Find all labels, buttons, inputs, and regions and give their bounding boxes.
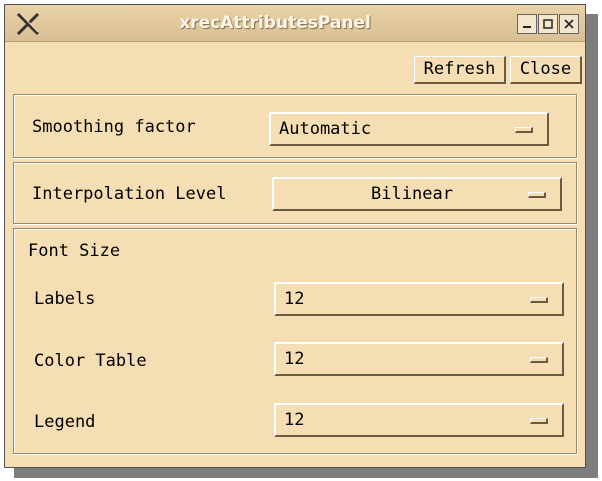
close-icon (564, 19, 574, 29)
minimize-button[interactable] (517, 14, 537, 34)
refresh-button[interactable]: Refresh (414, 56, 506, 84)
maximize-icon (543, 19, 553, 29)
maximize-button[interactable] (538, 14, 558, 34)
color-table-font-size-value: 12 (284, 349, 305, 369)
interpolation-level-menu[interactable]: Bilinear (272, 177, 562, 211)
interpolation-level-value: Bilinear (371, 184, 453, 204)
minimize-icon (523, 26, 531, 28)
window-title: xrecAttributesPanel (179, 13, 371, 33)
smoothing-factor-menu[interactable]: Automatic (269, 112, 549, 146)
labels-font-size-menu[interactable]: 12 (274, 282, 564, 316)
interpolation-level-label: Interpolation Level (32, 184, 227, 204)
interpolation-group: Interpolation Level Bilinear (13, 162, 577, 224)
x-logo-icon[interactable] (15, 11, 41, 37)
option-menu-indicator-icon (530, 418, 548, 424)
legend-font-size-label: Legend (34, 412, 96, 432)
close-button[interactable]: Close (510, 56, 582, 84)
title-bar[interactable]: xrecAttributesPanel (5, 5, 585, 42)
smoothing-factor-value: Automatic (279, 119, 372, 139)
smoothing-group: Smoothing factor Automatic (13, 94, 577, 158)
color-table-font-size-menu[interactable]: 12 (274, 342, 564, 376)
font-size-group: Font Size Labels 12 Color Table 12 Legen… (13, 228, 577, 454)
labels-font-size-label: Labels (34, 289, 96, 309)
toolbar: Refresh Close (5, 42, 585, 86)
legend-font-size-menu[interactable]: 12 (274, 403, 564, 437)
labels-font-size-value: 12 (284, 289, 305, 309)
attributes-panel-window: xrecAttributesPanel Refresh Close Smooth… (4, 4, 586, 468)
color-table-font-size-label: Color Table (34, 351, 147, 371)
option-menu-indicator-icon (528, 192, 546, 198)
option-menu-indicator-icon (530, 357, 548, 363)
option-menu-indicator-icon (530, 297, 548, 303)
legend-font-size-value: 12 (284, 410, 305, 430)
option-menu-indicator-icon (515, 127, 533, 133)
font-size-heading: Font Size (28, 241, 121, 261)
close-window-button[interactable] (559, 14, 579, 34)
smoothing-factor-label: Smoothing factor (32, 117, 196, 137)
